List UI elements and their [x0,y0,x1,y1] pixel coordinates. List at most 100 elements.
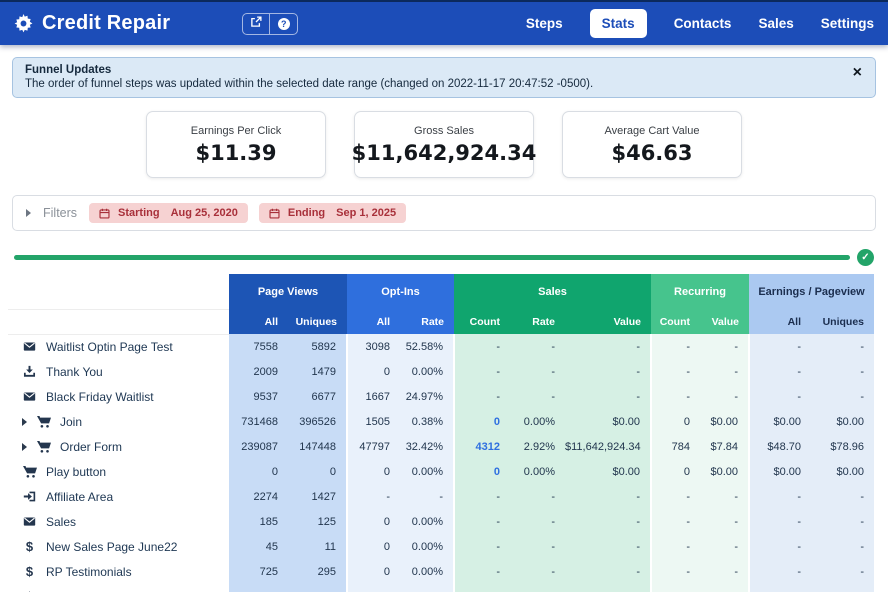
cell-sales-value: - [565,359,651,384]
cell-opt-ins-rate: 0.00% [400,359,454,384]
alert-title: Funnel Updates [25,64,841,76]
cell-opt-ins-rate: 52.58% [400,334,454,359]
cell-sales-count: 4312 [454,434,510,459]
cell-sales-count: - [454,534,510,559]
cell-earnings-pageview-uniques: - [811,384,874,409]
envelope-icon [22,515,37,528]
cell-earnings-pageview-uniques: $0.00 [811,409,874,434]
envelope-icon [22,340,37,353]
cell-recurring-value: - [700,534,749,559]
calendar-icon [269,208,280,219]
nav-item-stats[interactable]: Stats [590,9,647,38]
table-wrap: Page ViewsOpt-InsSalesRecurringEarnings … [0,274,888,592]
cell-sales-rate: - [510,484,565,509]
cell-page-views-all: 731468 [229,409,288,434]
cell-sales-value: - [565,384,651,409]
cell-page-views-uniques: 718 [288,584,347,592]
funnel-step-name: Sales [8,509,229,534]
name-column-subheader [8,309,229,334]
col-group-opt-ins: Opt-Ins [347,274,454,309]
close-icon[interactable]: × [853,65,862,81]
cell-opt-ins-rate: 0.00% [400,459,454,484]
success-check-icon: ✓ [857,249,874,266]
col-page-views-uniques: Uniques [288,309,347,334]
stat-cards: Earnings Per Click$11.39 Gross Sales$11,6… [0,111,888,178]
cell-sales-rate: - [510,359,565,384]
table-row: $Viral Video198871800.00%------- [8,584,874,592]
cell-earnings-pageview-uniques: - [811,584,874,592]
cell-opt-ins-rate: 0.00% [400,509,454,534]
cell-opt-ins-all: 0 [347,534,400,559]
funnel-step-name: Order Form [8,434,229,459]
cell-page-views-all: 7558 [229,334,288,359]
funnel-step-name: Thank You [8,359,229,384]
cell-sales-count: 0 [454,409,510,434]
cell-sales-count: - [454,559,510,584]
stat-card-label: Earnings Per Click [191,125,281,137]
stat-card-value: $46.63 [611,141,692,165]
cell-recurring-count: - [651,384,700,409]
stat-card-earnings-per-click: Earnings Per Click$11.39 [146,111,326,178]
funnel-step-name: Black Friday Waitlist [8,384,229,409]
cell-sales-count: - [454,584,510,592]
date-badge-starting[interactable]: StartingAug 25, 2020 [89,203,248,223]
col-recurring-value: Value [700,309,749,334]
col-earnings-pageview-uniques: Uniques [811,309,874,334]
funnel-step-label: Black Friday Waitlist [46,390,154,404]
stat-card-value: $11,642,924.34 [352,141,537,165]
cell-opt-ins-all: 1667 [347,384,400,409]
table-row: Black Friday Waitlist95376677166724.97%-… [8,384,874,409]
nav-item-contacts[interactable]: Contacts [674,16,732,31]
cell-sales-rate: - [510,334,565,359]
cell-page-views-uniques: 396526 [288,409,347,434]
filters-caret-icon[interactable] [26,209,31,217]
table-row: Join73146839652615050.38%00.00%$0.000$0.… [8,409,874,434]
cell-recurring-count: - [651,559,700,584]
cell-earnings-pageview-all: - [749,334,811,359]
preview-button[interactable] [243,14,270,34]
expand-caret-icon[interactable] [22,418,27,426]
funnel-step-label: Play button [46,465,106,479]
sales-count-link[interactable]: 4312 [476,441,500,453]
cell-sales-value: - [565,509,651,534]
badge-label: Starting [118,207,160,219]
cell-earnings-pageview-all: - [749,359,811,384]
expand-caret-icon[interactable] [22,443,27,451]
alert-message: The order of funnel steps was updated wi… [25,78,841,90]
cell-opt-ins-rate: 32.42% [400,434,454,459]
nav-item-settings[interactable]: Settings [821,16,874,31]
cell-opt-ins-all: 1505 [347,409,400,434]
filters-label[interactable]: Filters [43,206,77,220]
cart-icon [22,465,37,479]
nav-item-sales[interactable]: Sales [758,16,793,31]
cell-sales-value: - [565,484,651,509]
table-row: Thank You2009147900.00%------- [8,359,874,384]
navbar: Credit Repair ? Steps Stats Contacts Sales S… [0,2,888,45]
col-earnings-pageview-all: All [749,309,811,334]
cell-sales-rate: 0.00% [510,409,565,434]
funnel-step-label: Waitlist Optin Page Test [46,340,173,354]
cell-page-views-uniques: 147448 [288,434,347,459]
sales-count-link[interactable]: 0 [494,466,500,478]
dollar-icon: $ [22,539,37,554]
filters-bar: Filters StartingAug 25, 2020 EndingSep 1,… [12,195,876,231]
nav-item-steps[interactable]: Steps [526,16,563,31]
cell-page-views-all: 239087 [229,434,288,459]
cell-opt-ins-rate: 0.00% [400,584,454,592]
stat-card-gross-sales: Gross Sales$11,642,924.34 [354,111,534,178]
funnel-step-name: Affiliate Area [8,484,229,509]
help-button[interactable]: ? [270,14,297,34]
cell-recurring-value: $0.00 [700,409,749,434]
funnel-step-name: $Viral Video [8,584,229,592]
cell-opt-ins-all: 3098 [347,334,400,359]
col-group-page-views: Page Views [229,274,347,309]
app-title: Credit Repair [42,12,170,35]
cell-recurring-count: 0 [651,459,700,484]
funnel-step-label: Affiliate Area [46,490,113,504]
cell-sales-count: - [454,509,510,534]
sales-count-link[interactable]: 0 [494,416,500,428]
cell-page-views-all: 9537 [229,384,288,409]
badge-label: Ending [288,207,325,219]
col-group-recurring: Recurring [651,274,749,309]
date-badge-ending[interactable]: EndingSep 1, 2025 [259,203,406,223]
